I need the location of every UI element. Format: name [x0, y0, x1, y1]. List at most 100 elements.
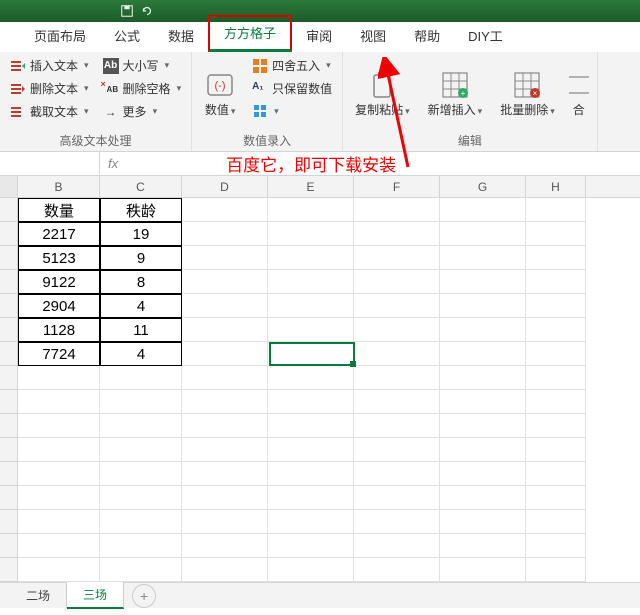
cell[interactable] — [182, 222, 268, 246]
tab-fanggezi[interactable]: 方方格子 — [208, 15, 292, 52]
cell[interactable] — [526, 510, 586, 534]
cell[interactable]: 9 — [100, 246, 182, 270]
row-header[interactable] — [0, 222, 18, 246]
cell[interactable] — [440, 222, 526, 246]
cell[interactable] — [440, 270, 526, 294]
cell[interactable] — [526, 270, 586, 294]
cell[interactable] — [440, 198, 526, 222]
row-header[interactable] — [0, 486, 18, 510]
tab-review[interactable]: 审阅 — [292, 20, 346, 52]
cell[interactable]: 8 — [100, 270, 182, 294]
cell[interactable] — [354, 270, 440, 294]
cell[interactable] — [268, 438, 354, 462]
cell[interactable] — [182, 462, 268, 486]
cell[interactable] — [182, 534, 268, 558]
cell[interactable] — [526, 366, 586, 390]
cell[interactable] — [100, 510, 182, 534]
numeric-value-button[interactable]: (-) 数值 — [200, 56, 240, 130]
cell[interactable] — [100, 462, 182, 486]
cell[interactable] — [526, 462, 586, 486]
cell[interactable] — [440, 414, 526, 438]
cell[interactable]: 数量 — [18, 198, 100, 222]
cell[interactable] — [440, 462, 526, 486]
spreadsheet-grid[interactable]: B C D E F G H 数量秩龄2217195123991228290441… — [0, 176, 640, 582]
cell[interactable] — [440, 510, 526, 534]
cell[interactable] — [526, 534, 586, 558]
cell[interactable] — [268, 270, 354, 294]
cell[interactable] — [354, 246, 440, 270]
cell[interactable] — [268, 366, 354, 390]
new-insert-button[interactable]: + 新增插入 — [424, 56, 487, 130]
cell[interactable] — [268, 414, 354, 438]
extract-text-button[interactable]: 截取文本 — [8, 102, 91, 121]
cell[interactable] — [18, 534, 100, 558]
col-header[interactable]: D — [182, 176, 268, 197]
cell[interactable] — [18, 462, 100, 486]
cell[interactable] — [182, 390, 268, 414]
cell[interactable] — [268, 198, 354, 222]
cell[interactable] — [354, 366, 440, 390]
cell[interactable] — [354, 222, 440, 246]
tab-page-layout[interactable]: 页面布局 — [20, 20, 100, 52]
cell[interactable]: 11 — [100, 318, 182, 342]
cell[interactable] — [526, 558, 586, 582]
keep-number-button[interactable]: A₁ 只保留数值 — [250, 79, 334, 98]
cell[interactable] — [354, 198, 440, 222]
select-all-corner[interactable] — [0, 176, 18, 197]
cell[interactable] — [526, 246, 586, 270]
cell[interactable] — [440, 342, 526, 366]
cell[interactable] — [526, 438, 586, 462]
cell[interactable]: 2217 — [18, 222, 100, 246]
cell[interactable] — [440, 366, 526, 390]
cell[interactable] — [526, 486, 586, 510]
cell[interactable] — [526, 414, 586, 438]
row-header[interactable] — [0, 270, 18, 294]
cell[interactable] — [182, 414, 268, 438]
cell[interactable] — [440, 294, 526, 318]
col-header[interactable]: F — [354, 176, 440, 197]
cell[interactable] — [100, 366, 182, 390]
cell[interactable] — [100, 534, 182, 558]
cell[interactable] — [354, 342, 440, 366]
cell[interactable] — [18, 366, 100, 390]
cell[interactable] — [354, 414, 440, 438]
cell[interactable] — [440, 246, 526, 270]
cell[interactable] — [440, 558, 526, 582]
add-sheet-button[interactable]: + — [132, 584, 156, 608]
cell[interactable] — [182, 342, 268, 366]
merge-button[interactable]: 合 — [569, 56, 589, 130]
cell[interactable] — [182, 294, 268, 318]
cell[interactable] — [268, 534, 354, 558]
row-header[interactable] — [0, 366, 18, 390]
row-header[interactable] — [0, 318, 18, 342]
row-header[interactable] — [0, 294, 18, 318]
cell[interactable] — [100, 438, 182, 462]
cell[interactable] — [18, 438, 100, 462]
cell[interactable] — [18, 486, 100, 510]
insert-text-button[interactable]: 插入文本 — [8, 56, 91, 75]
tab-help[interactable]: 帮助 — [400, 20, 454, 52]
cell[interactable] — [182, 558, 268, 582]
sheet-tab[interactable]: 二场 — [10, 583, 67, 608]
cell[interactable] — [182, 198, 268, 222]
row-header[interactable] — [0, 462, 18, 486]
row-header[interactable] — [0, 198, 18, 222]
row-header[interactable] — [0, 414, 18, 438]
cell[interactable] — [526, 390, 586, 414]
cell[interactable] — [268, 390, 354, 414]
cell[interactable] — [182, 318, 268, 342]
cell[interactable] — [268, 294, 354, 318]
misc-numeric-button[interactable] — [250, 102, 334, 120]
cell[interactable] — [440, 318, 526, 342]
cell[interactable] — [440, 438, 526, 462]
row-header[interactable] — [0, 390, 18, 414]
cell[interactable] — [354, 510, 440, 534]
cell[interactable] — [100, 414, 182, 438]
cell[interactable] — [526, 198, 586, 222]
cell[interactable] — [354, 558, 440, 582]
cell[interactable]: 2904 — [18, 294, 100, 318]
sheet-tab-active[interactable]: 三场 — [67, 582, 124, 609]
cell[interactable] — [526, 342, 586, 366]
tab-diy[interactable]: DIY工 — [454, 20, 517, 52]
cell[interactable] — [354, 318, 440, 342]
